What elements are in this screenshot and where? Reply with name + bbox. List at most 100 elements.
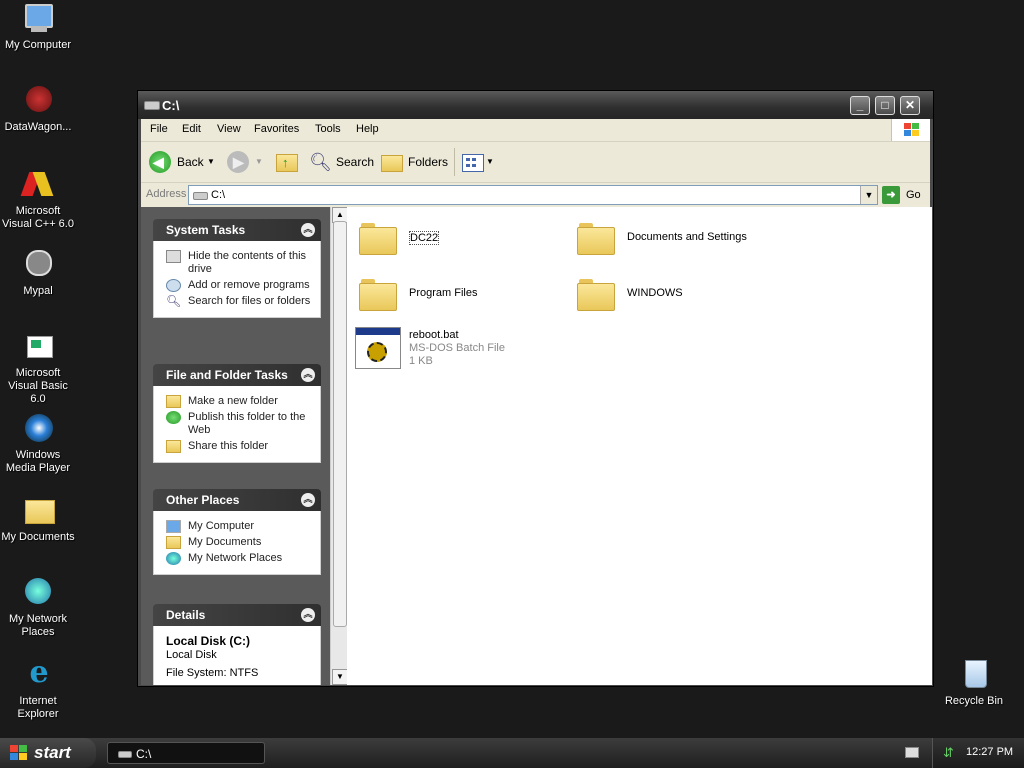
file-item-program-files[interactable]: Program Files [359, 277, 559, 313]
menu-file[interactable]: File [150, 123, 168, 135]
add-remove-programs-icon [166, 279, 181, 292]
menu-view[interactable]: View [217, 123, 241, 135]
place-my-documents[interactable]: My Documents [166, 536, 312, 549]
menu-tools[interactable]: Tools [315, 123, 341, 135]
desktop-icon-media-player[interactable]: Windows Media Player [0, 412, 76, 475]
search-icon: 🔍︎ [309, 152, 332, 172]
network-places-icon [166, 552, 181, 565]
desktop-icon-recycle-bin[interactable]: Recycle Bin [936, 658, 1012, 708]
file-item-dc22[interactable]: DC22 [359, 221, 559, 257]
menu-help[interactable]: Help [356, 123, 379, 135]
folders-icon [381, 155, 403, 172]
address-value: C:\ [211, 189, 226, 201]
drive-icon [118, 751, 132, 758]
collapse-chevron-icon[interactable]: ︽ [301, 223, 315, 237]
views-icon [462, 154, 484, 172]
system-tasks-panel: System Tasks ︽ Hide the contents of this… [153, 219, 321, 318]
minimize-button[interactable]: _ [850, 96, 870, 115]
close-button[interactable]: ✕ [900, 96, 920, 115]
network-tray-icon[interactable]: ⇵ [943, 746, 957, 760]
back-button[interactable]: ◀ Back ▼ [149, 150, 219, 174]
maximize-button[interactable]: □ [875, 96, 895, 115]
task-pane-scrollbar[interactable]: ▲ ▼ [330, 207, 348, 685]
menu-edit[interactable]: Edit [182, 123, 201, 135]
collapse-chevron-icon[interactable]: ︽ [301, 493, 315, 507]
window-titlebar[interactable]: C:\ _ □ ✕ [138, 91, 933, 119]
desktop-icon-mypal[interactable]: Mypal [0, 248, 76, 298]
address-dropdown-button[interactable]: ▼ [860, 186, 877, 204]
panel-header[interactable]: File and Folder Tasks ︽ [153, 364, 321, 386]
my-computer-icon [21, 2, 55, 36]
desktop-icon-label: My Documents [1, 531, 75, 543]
task-make-new-folder[interactable]: Make a new folder [166, 395, 312, 408]
file-item-reboot-bat[interactable]: reboot.bat MS-DOS Batch File 1 KB [355, 327, 555, 373]
share-folder-icon [166, 440, 181, 453]
explorer-window[interactable]: C:\ _ □ ✕ File Edit View Favorites Tools… [137, 90, 934, 687]
address-label: Address [146, 188, 187, 200]
up-folder-button[interactable]: ↑ [274, 150, 298, 174]
panel-header[interactable]: System Tasks ︽ [153, 219, 321, 241]
details-name: Local Disk (C:) [166, 634, 251, 648]
windows-logo-icon [10, 745, 28, 761]
desktop-icon-label: My Computer [4, 39, 72, 51]
task-add-remove-programs[interactable]: Add or remove programs [166, 279, 312, 292]
go-button[interactable]: ➜ Go [882, 186, 932, 204]
desktop-icon-label: Recycle Bin [944, 695, 1004, 707]
desktop-icon-visual-cpp[interactable]: Microsoft Visual C++ 6.0 [0, 168, 76, 231]
folder-icon [577, 221, 615, 255]
back-arrow-icon: ◀ [149, 151, 171, 173]
my-documents-icon [21, 494, 55, 528]
task-share-folder[interactable]: Share this folder [166, 440, 312, 453]
task-pane: System Tasks ︽ Hide the contents of this… [141, 207, 330, 685]
start-button[interactable]: start [0, 738, 96, 768]
desktop-icon-my-computer[interactable]: My Computer [0, 2, 76, 52]
up-folder-icon: ↑ [276, 154, 298, 172]
drive-icon [193, 192, 208, 200]
file-folder-tasks-panel: File and Folder Tasks ︽ Make a new folde… [153, 364, 321, 463]
internet-explorer-icon: e [29, 655, 49, 690]
file-item-windows[interactable]: WINDOWS [577, 277, 777, 313]
folders-button[interactable]: Folders [381, 150, 448, 174]
desktop-icon-label: Microsoft Visual Basic 6.0 [8, 367, 68, 405]
details-panel: Details ︽ Local Disk (C:) Local Disk Fil… [153, 604, 321, 685]
scroll-thumb[interactable] [333, 221, 347, 627]
views-dropdown-icon: ▼ [486, 157, 494, 166]
new-folder-icon [166, 395, 181, 408]
datawagon-icon [21, 84, 55, 118]
place-my-network-places[interactable]: My Network Places [166, 552, 312, 565]
keyboard-icon[interactable] [905, 747, 919, 758]
forward-button[interactable]: ▶ ▼ [227, 150, 267, 174]
desktop-icon-visual-basic[interactable]: Microsoft Visual Basic 6.0 [0, 330, 76, 406]
back-dropdown-icon: ▼ [207, 157, 215, 166]
menu-favorites[interactable]: Favorites [254, 123, 299, 135]
forward-dropdown-icon: ▼ [255, 157, 263, 166]
taskbar-window-button[interactable]: C:\ [107, 742, 265, 764]
desktop-icon-label: Internet Explorer [17, 695, 59, 720]
place-my-computer[interactable]: My Computer [166, 520, 312, 533]
task-publish-folder[interactable]: Publish this folder to the Web [166, 411, 312, 437]
collapse-chevron-icon[interactable]: ︽ [301, 608, 315, 622]
desktop-icon-datawagon[interactable]: DataWagon... [0, 84, 76, 134]
toolbar: ◀ Back ▼ ▶ ▼ ↑ 🔍︎ Search Folders ▼ [141, 142, 930, 183]
scroll-down-button[interactable]: ▼ [332, 669, 348, 685]
toolbar-separator [454, 148, 455, 176]
panel-header[interactable]: Details ︽ [153, 604, 321, 626]
collapse-chevron-icon[interactable]: ︽ [301, 368, 315, 382]
search-button[interactable]: 🔍︎ Search [309, 150, 374, 174]
desktop-icon-network-places[interactable]: My Network Places [0, 576, 76, 639]
task-hide-drive-contents[interactable]: Hide the contents of this drive [166, 250, 312, 276]
desktop-icon-label: My Network Places [8, 613, 68, 638]
panel-header[interactable]: Other Places ︽ [153, 489, 321, 511]
folder-icon [577, 277, 615, 311]
publish-web-icon [166, 411, 181, 424]
file-item-documents-and-settings[interactable]: Documents and Settings [577, 221, 827, 257]
details-filesystem: File System: NTFS [166, 667, 259, 679]
views-button[interactable]: ▼ [462, 150, 496, 174]
task-search-files[interactable]: 🔍︎ Search for files or folders [166, 295, 312, 308]
desktop-icon-internet-explorer[interactable]: e Internet Explorer [0, 658, 76, 721]
clock[interactable]: 12:27 PM [966, 746, 1013, 758]
desktop-icon-my-documents[interactable]: My Documents [0, 494, 76, 544]
folder-icon [359, 221, 397, 255]
file-view[interactable]: DC22 Documents and Settings Program File… [347, 207, 932, 685]
address-input[interactable]: C:\ ▼ [188, 185, 878, 205]
